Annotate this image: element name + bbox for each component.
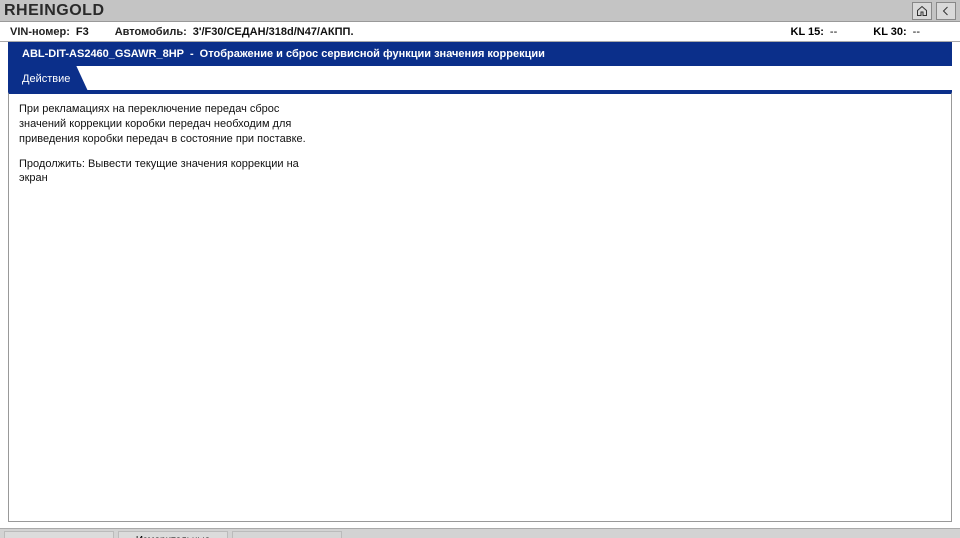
- meters-button[interactable]: Измерительные приборы: [118, 531, 228, 538]
- body-paragraph-2: Продолжить: Вывести текущие значения кор…: [19, 157, 319, 187]
- kl15-label: KL 15:: [791, 26, 824, 38]
- meters-button-label: Измерительные приборы: [123, 535, 223, 538]
- app-title: RHEINGOLD: [4, 2, 105, 20]
- function-title: Отображение и сброс сервисной функции зн…: [200, 48, 545, 60]
- function-sep: -: [190, 48, 194, 60]
- title-bar: RHEINGOLD: [0, 0, 960, 22]
- home-icon: [916, 5, 928, 17]
- tab-row: Действие: [8, 66, 952, 92]
- content-area: При рекламациях на переключение передач …: [8, 92, 952, 522]
- titlebar-buttons: [912, 2, 956, 20]
- chevron-left-icon: [940, 5, 952, 17]
- kl15-value: --: [830, 26, 837, 38]
- back-title-button[interactable]: [936, 2, 956, 20]
- keyboard-button: Клавиатура: [232, 531, 342, 538]
- kl30-value: --: [913, 26, 920, 38]
- kl15-group: KL 15: --: [791, 26, 838, 38]
- tab-label: Действие: [22, 73, 70, 85]
- function-header: ABL-DIT-AS2460_GSAWR_8HP - Отображение и…: [8, 42, 952, 66]
- back-button[interactable]: Назад: [4, 531, 114, 538]
- car-value: 3'/F30/СЕДАН/318d/N47/АКПП.: [193, 26, 354, 38]
- vin-value: F3: [76, 26, 89, 38]
- tab-underline: [8, 90, 952, 92]
- footer-bar: Назад Измерительные приборы Клавиатура: [0, 528, 960, 538]
- home-button[interactable]: [912, 2, 932, 20]
- body-paragraph-1: При рекламациях на переключение передач …: [19, 102, 319, 147]
- function-code: ABL-DIT-AS2460_GSAWR_8HP: [22, 48, 184, 60]
- tab-action[interactable]: Действие: [8, 66, 88, 92]
- kl30-group: KL 30: --: [873, 26, 920, 38]
- info-bar: VIN-номер: F3 Автомобиль: 3'/F30/СЕДАН/3…: [0, 22, 960, 42]
- kl30-label: KL 30:: [873, 26, 906, 38]
- vin-label: VIN-номер:: [10, 26, 70, 38]
- car-label: Автомобиль:: [115, 26, 187, 38]
